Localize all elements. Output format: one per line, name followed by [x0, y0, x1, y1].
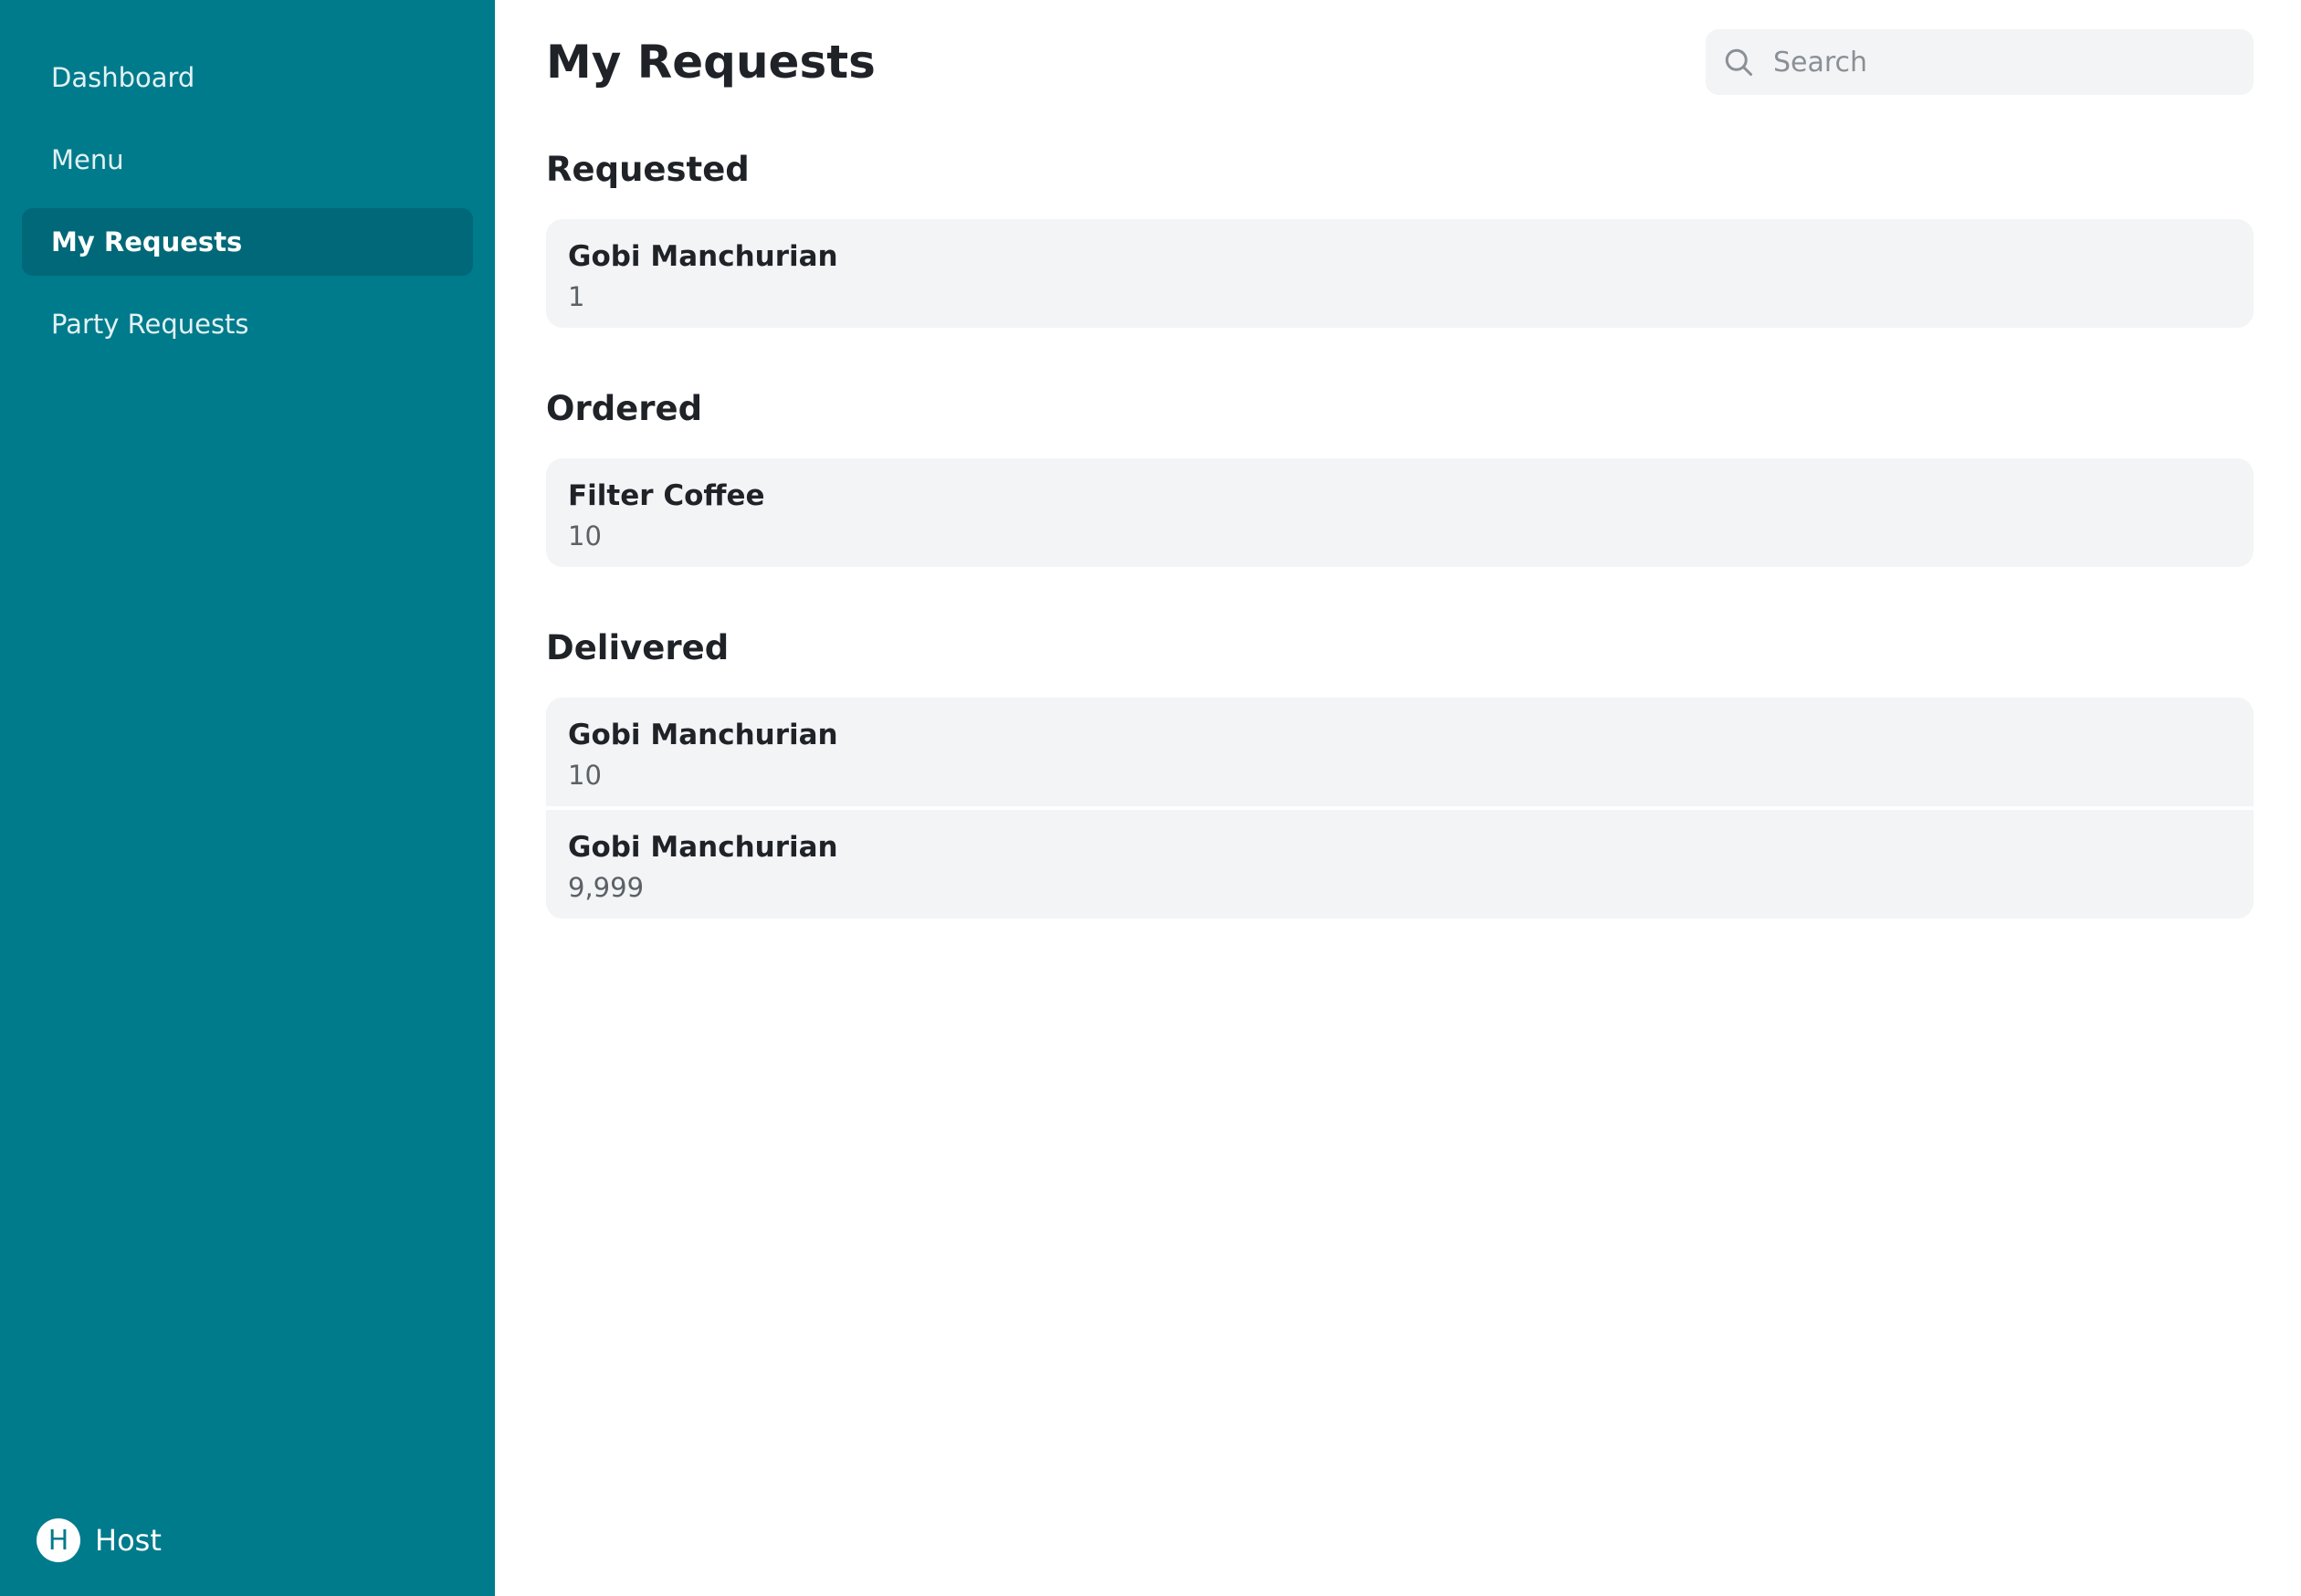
- item-name: Gobi Manchurian: [568, 240, 838, 273]
- sidebar-item-my-requests[interactable]: My Requests: [22, 208, 473, 276]
- sidebar-item-menu[interactable]: Menu: [22, 126, 473, 194]
- list-item[interactable]: Filter Coffee 10: [546, 458, 2254, 567]
- item-quantity: 10: [568, 760, 602, 791]
- requested-list: Gobi Manchurian 1: [546, 219, 2254, 328]
- user-profile[interactable]: H Host: [37, 1517, 162, 1563]
- search-box[interactable]: [1706, 29, 2254, 95]
- page-title: My Requests: [546, 36, 876, 89]
- section-title-delivered: Delivered: [546, 628, 730, 667]
- item-quantity: 1: [568, 281, 585, 312]
- sidebar-item-dashboard[interactable]: Dashboard: [22, 44, 473, 111]
- sidebar-item-party-requests[interactable]: Party Requests: [22, 290, 473, 358]
- avatar: H: [37, 1518, 80, 1562]
- item-name: Gobi Manchurian: [568, 719, 838, 751]
- section-title-ordered: Ordered: [546, 389, 703, 428]
- list-item[interactable]: Gobi Manchurian 10: [546, 698, 2254, 806]
- app-window: Dashboard Menu My Requests Party Request…: [0, 0, 2301, 1596]
- item-quantity: 10: [568, 520, 602, 551]
- item-name: Gobi Manchurian: [568, 831, 838, 864]
- search-icon: [1725, 48, 1752, 76]
- list-item[interactable]: Gobi Manchurian 9,999: [546, 806, 2254, 919]
- main-content: My Requests Requested Gobi Manchurian 1 …: [495, 0, 2301, 1596]
- item-quantity: 9,999: [568, 872, 645, 903]
- item-name: Filter Coffee: [568, 479, 765, 512]
- user-name: Host: [95, 1523, 162, 1558]
- ordered-list: Filter Coffee 10: [546, 458, 2254, 567]
- delivered-list: Gobi Manchurian 10 Gobi Manchurian 9,999: [546, 698, 2254, 919]
- section-title-requested: Requested: [546, 150, 750, 189]
- list-item[interactable]: Gobi Manchurian 1: [546, 219, 2254, 328]
- search-input[interactable]: [1771, 45, 2232, 79]
- sidebar: Dashboard Menu My Requests Party Request…: [0, 0, 495, 1596]
